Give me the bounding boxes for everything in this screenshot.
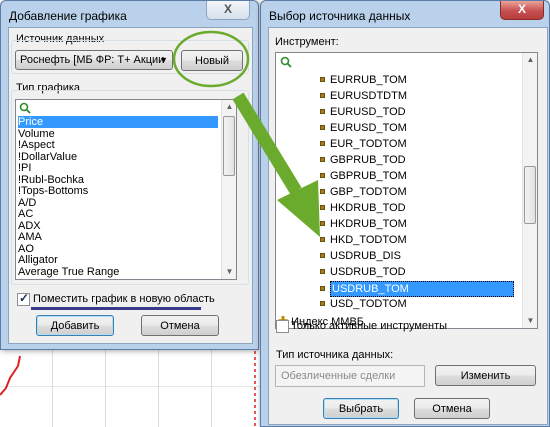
instrument-item-label: GBPRUB_TOM (330, 170, 407, 182)
new-area-underline (31, 307, 201, 310)
chevron-down-icon: ▼ (159, 55, 168, 65)
chart-type-item[interactable]: AMA (18, 231, 42, 243)
chart-type-item[interactable]: !PI (18, 162, 31, 174)
instrument-item-label: HKDRUB_TOD (330, 202, 406, 214)
change-button[interactable]: Изменить (435, 365, 536, 386)
instrument-item-label: HKD_TODTOM (330, 234, 407, 246)
data-source-value: Роснефть [МБ ФР: Т+ Акции (20, 54, 165, 66)
chart-type-scrollbar[interactable]: ▲ ▼ (221, 100, 236, 279)
scroll-up-icon[interactable]: ▲ (523, 53, 537, 67)
instrument-list[interactable]: EURRUB_TOM EURUSDTDTM EURUSD_TOD EURUSD_TOM… (275, 52, 538, 329)
instrument-scrollbar[interactable]: ▲ ▼ (522, 53, 537, 328)
instrument-item[interactable]: USDRUB_TOD (320, 265, 406, 279)
new-area-checkbox[interactable] (17, 291, 30, 306)
chart-type-item[interactable]: !Aspect (18, 139, 55, 151)
instrument-item[interactable]: EURRUB_TOM (320, 73, 407, 87)
instrument-item-label: EURUSD_TOM (330, 122, 407, 134)
chart-type-list[interactable]: Price Volume !Aspect !DollarValue !PI !Rubl-B… (15, 99, 237, 280)
scroll-up-icon[interactable]: ▲ (222, 100, 236, 114)
instrument-item-label: USDRUB_TOM (330, 281, 514, 297)
instrument-bullet-icon (320, 268, 325, 274)
instrument-bullet-icon (320, 172, 325, 178)
instrument-bullet-icon (320, 76, 325, 82)
instrument-item[interactable]: USD_TODTOM (320, 297, 407, 311)
instrument-item[interactable]: EURUSDTDTM (320, 89, 407, 103)
cancel-button[interactable]: Отмена (141, 315, 219, 336)
instrument-item[interactable]: GBPRUB_TOM (320, 169, 407, 183)
active-only-checkbox[interactable] (276, 320, 289, 333)
add-button[interactable]: Добавить (36, 315, 114, 336)
instrument-item-label: USD_TODTOM (330, 298, 407, 310)
scroll-thumb[interactable] (524, 166, 536, 224)
instrument-bullet-icon (320, 252, 325, 258)
instrument-bullet-icon (320, 156, 325, 162)
source-select-dialog: Выбор источника данных X Инструмент: EUR… (260, 0, 550, 427)
instrument-item[interactable]: GBPRUB_TOD (320, 153, 406, 167)
add-chart-close-button[interactable]: X (206, 1, 250, 20)
instrument-item[interactable]: EUR_TODTOM (320, 137, 407, 151)
add-chart-client-area: Источник данных Роснефть [МБ ФР: Т+ Акци… (8, 27, 253, 344)
chart-type-search-row[interactable] (17, 101, 236, 114)
chart-type-item[interactable]: Alligator (18, 254, 58, 266)
chart-type-item[interactable]: AO (18, 243, 34, 255)
new-source-button[interactable]: Новый (181, 50, 243, 71)
select-button[interactable]: Выбрать (323, 398, 399, 419)
instrument-item-label: GBP_TODTOM (330, 186, 407, 198)
instrument-bullet-icon (320, 188, 325, 194)
instrument-bullet-icon (320, 236, 325, 242)
instrument-item-label: EURUSD_TOD (330, 106, 406, 118)
scroll-down-icon[interactable]: ▼ (523, 314, 537, 328)
instrument-bullet-icon (320, 108, 325, 114)
instrument-item-label: GBPRUB_TOD (330, 154, 406, 166)
active-only-label[interactable]: Только активные инструменты (291, 320, 447, 332)
instrument-bullet-icon (320, 285, 325, 291)
search-icon (280, 56, 292, 68)
instrument-search-row[interactable] (277, 54, 537, 68)
instrument-item[interactable]: USDRUB_TOM (320, 281, 514, 297)
instrument-item[interactable]: HKDRUB_TOM (320, 217, 407, 231)
instrument-item-label: EURUSDTDTM (330, 90, 407, 102)
instrument-item[interactable]: GBP_TODTOM (320, 185, 407, 199)
instrument-bullet-icon (320, 92, 325, 98)
add-chart-dialog-title: Добавление графика (9, 9, 127, 23)
source-type-field[interactable]: Обезличенные сделки (275, 365, 425, 387)
instrument-item[interactable]: HKD_TODTOM (320, 233, 407, 247)
add-chart-dialog: Добавление графика X Источник данных Рос… (0, 0, 259, 350)
chart-type-item[interactable]: !Tops-Bottoms (18, 185, 88, 197)
instrument-item-label: EUR_TODTOM (330, 138, 407, 150)
chart-type-item[interactable]: Average True Range (18, 266, 119, 278)
instrument-bullet-icon (320, 300, 325, 306)
instrument-item-label: USDRUB_TOD (330, 266, 406, 278)
source-client-area: Инструмент: EURRUB_TOM EURUSDTDTM EURUSD_T… (268, 27, 548, 425)
source-close-button[interactable]: X (500, 1, 544, 20)
instrument-label: Инструмент: (275, 36, 339, 48)
instrument-item[interactable]: USDRUB_DIS (320, 249, 401, 263)
source-type-label: Тип источника данных: (276, 349, 394, 361)
chart-type-item[interactable]: A/D (18, 197, 36, 209)
instrument-bullet-icon (320, 204, 325, 210)
instrument-item-label: EURRUB_TOM (330, 74, 407, 86)
instrument-item[interactable]: HKDRUB_TOD (320, 201, 406, 215)
chart-type-item[interactable]: ADX (18, 220, 41, 232)
instrument-bullet-icon (320, 124, 325, 130)
search-icon (19, 102, 31, 114)
instrument-item[interactable]: EURUSD_TOD (320, 105, 406, 119)
scroll-thumb[interactable] (223, 116, 235, 176)
new-area-checkbox-label[interactable]: Поместить график в новую область (33, 293, 215, 305)
chart-type-item[interactable]: !Rubl-Bochka (18, 174, 84, 186)
scroll-down-icon[interactable]: ▼ (222, 265, 236, 279)
instrument-item-label: USDRUB_DIS (330, 250, 401, 262)
data-source-dropdown[interactable]: Роснефть [МБ ФР: Т+ Акции ▼ (15, 50, 173, 70)
instrument-bullet-icon (320, 220, 325, 226)
instrument-bullet-icon (320, 140, 325, 146)
instrument-item-label: HKDRUB_TOM (330, 218, 407, 230)
instrument-item[interactable]: EURUSD_TOM (320, 121, 407, 135)
source-dialog-title: Выбор источника данных (269, 9, 411, 23)
source-cancel-button[interactable]: Отмена (414, 398, 490, 419)
chart-type-item[interactable]: Price (18, 116, 218, 128)
chart-type-item[interactable]: AC (18, 208, 33, 220)
chart-type-item[interactable]: Volume (18, 128, 55, 140)
chart-type-item[interactable]: !DollarValue (18, 151, 77, 163)
